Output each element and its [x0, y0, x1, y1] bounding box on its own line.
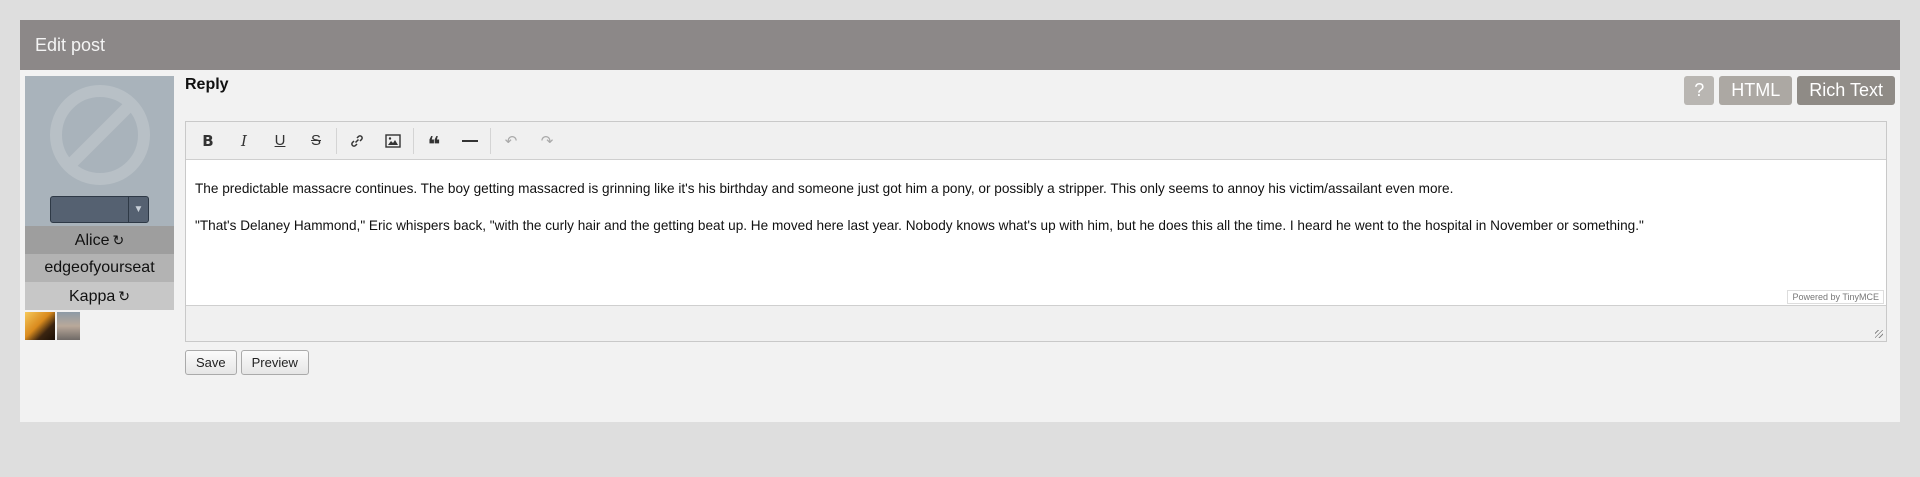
powered-by-label[interactable]: Powered by TinyMCE: [1787, 290, 1884, 304]
toolbar-divider: [413, 127, 414, 154]
editor-toolbar: B I U S ❝ ↶ ↷: [186, 122, 1886, 160]
sync-icon[interactable]: ↻: [112, 232, 124, 248]
html-mode-button[interactable]: HTML: [1719, 76, 1793, 105]
avatar: ▼: [25, 76, 174, 226]
italic-icon[interactable]: I: [226, 126, 262, 156]
toolbar-divider: [490, 127, 491, 154]
user-badges: [25, 312, 174, 340]
badge-image: [25, 312, 55, 340]
rich-text-editor: B I U S ❝ ↶ ↷ The predictable massacre c…: [185, 121, 1887, 342]
editor-paragraph: "That's Delaney Hammond," Eric whispers …: [195, 218, 1644, 233]
save-button[interactable]: Save: [185, 350, 237, 375]
user-name: Alice: [74, 232, 110, 249]
editor-content[interactable]: The predictable massacre continues. The …: [186, 160, 1886, 305]
blockquote-icon[interactable]: ❝: [416, 126, 452, 156]
editor-paragraph: The predictable massacre continues. The …: [195, 181, 1454, 196]
undo-icon[interactable]: ↶: [493, 126, 529, 156]
chevron-down-icon: ▼: [128, 197, 148, 222]
no-avatar-icon: [50, 85, 150, 185]
user-group-row: Kappa ↻: [25, 282, 174, 310]
user-column: ▼ Alice ↻ edgeofyourseat Kappa ↻: [25, 76, 174, 340]
user-handle: edgeofyourseat: [25, 254, 174, 282]
panel-title: Edit post: [20, 20, 1900, 70]
bold-icon[interactable]: B: [190, 126, 226, 156]
link-icon[interactable]: [339, 126, 375, 156]
strikethrough-icon[interactable]: S: [298, 126, 334, 156]
sync-icon[interactable]: ↻: [118, 288, 130, 304]
avatar-select[interactable]: ▼: [50, 196, 149, 223]
redo-icon[interactable]: ↷: [529, 126, 565, 156]
underline-icon[interactable]: U: [262, 126, 298, 156]
editor-statusbar: [186, 305, 1886, 341]
user-group: Kappa: [69, 288, 116, 305]
mode-buttons: ? HTML Rich Text: [1684, 76, 1895, 105]
form-actions: Save Preview: [185, 350, 309, 375]
rich-text-mode-button[interactable]: Rich Text: [1797, 76, 1895, 105]
horizontal-rule-icon[interactable]: [452, 126, 488, 156]
edit-post-panel: Edit post ▼ Alice ↻ edgeofyourseat Kappa ↻…: [20, 20, 1900, 422]
badge-image: [57, 312, 80, 340]
resize-handle-icon[interactable]: [1875, 330, 1883, 338]
user-name-row: Alice ↻: [25, 226, 174, 254]
toolbar-divider: [336, 127, 337, 154]
image-icon[interactable]: [375, 126, 411, 156]
help-button[interactable]: ?: [1684, 76, 1715, 105]
preview-button[interactable]: Preview: [240, 350, 309, 375]
reply-title: Reply: [185, 76, 229, 93]
